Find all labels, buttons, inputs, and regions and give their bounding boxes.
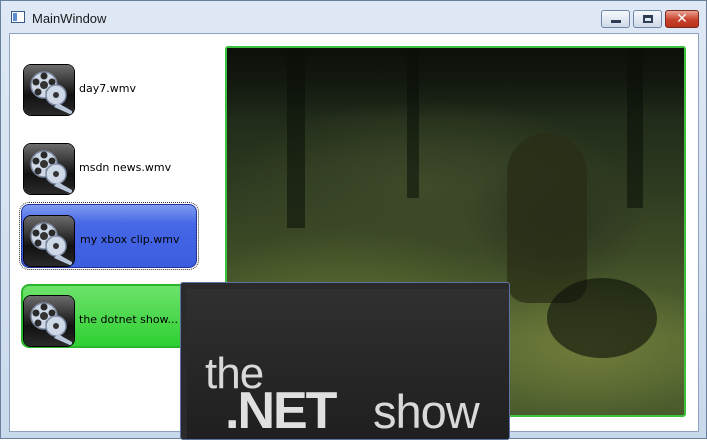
preview-text-show: show — [373, 385, 480, 438]
playlist-item-label: my xbox clip.wmv — [80, 233, 180, 246]
window-app-icon[interactable] — [11, 11, 25, 23]
maximize-icon — [643, 15, 653, 23]
minimize-button[interactable] — [601, 10, 630, 28]
video-frame-shadow — [547, 278, 657, 358]
window-title: MainWindow — [32, 11, 107, 26]
playlist-item-day7[interactable]: day7.wmv — [21, 53, 197, 117]
playlist-item-xbox-clip[interactable]: my xbox clip.wmv — [19, 202, 199, 270]
minimize-icon — [611, 20, 621, 23]
close-button[interactable]: ✕ — [665, 10, 699, 28]
film-reel-icon — [24, 216, 74, 266]
preview-text-net: .NET — [225, 382, 337, 440]
video-frame-trunk — [407, 48, 419, 198]
playlist-item-label: the dotnet show... — [79, 313, 179, 326]
title-bar[interactable]: MainWindow ✕ — [1, 1, 706, 33]
film-reel-icon — [24, 65, 74, 115]
close-icon: ✕ — [676, 11, 688, 27]
main-window: MainWindow ✕ day7.wmv msdn news.wmv my x… — [0, 0, 707, 440]
playlist-item-dotnet-show[interactable]: the dotnet show... — [21, 284, 197, 348]
playlist-item-label: msdn news.wmv — [79, 161, 172, 174]
playlist-item-label: day7.wmv — [79, 82, 136, 95]
video-frame-figure — [507, 133, 587, 303]
film-reel-icon — [24, 296, 74, 346]
drag-preview-overlay: the .NET show — [180, 282, 510, 440]
playlist-item-msdn-news[interactable]: msdn news.wmv — [21, 132, 197, 196]
preview-thumbnail: the .NET show — [187, 289, 509, 439]
video-frame-trunk — [627, 48, 643, 208]
maximize-button[interactable] — [633, 10, 662, 28]
film-reel-icon — [24, 144, 74, 194]
video-frame-trunk — [287, 48, 305, 228]
